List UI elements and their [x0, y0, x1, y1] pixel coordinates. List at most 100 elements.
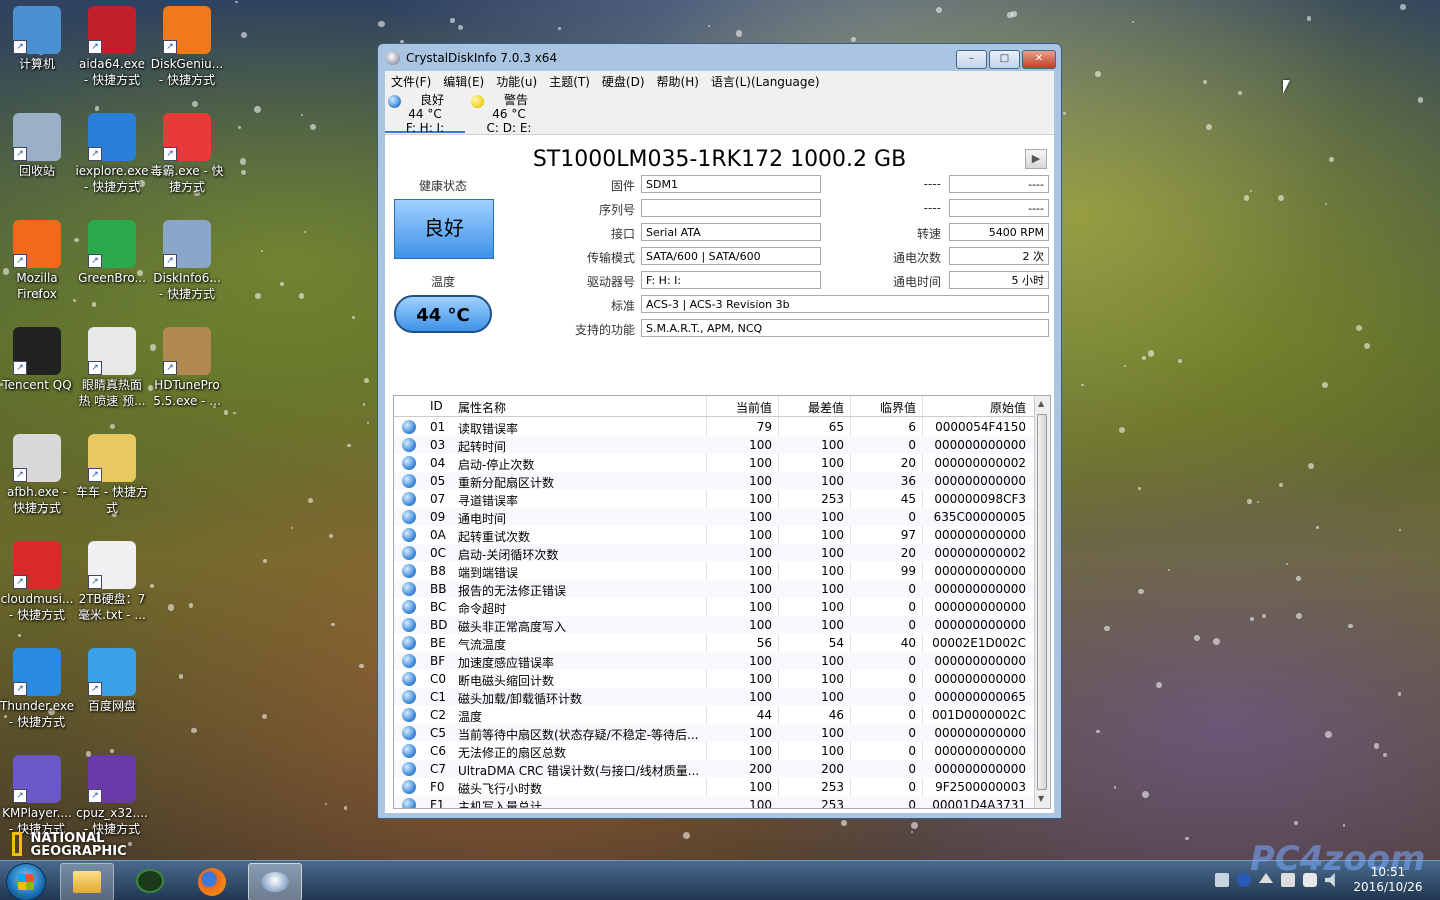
desktop-icon[interactable]: ↗ afbh.exe - 快捷方式	[0, 428, 74, 516]
drive-status-dot-icon	[388, 95, 401, 108]
table-row[interactable]: C1 磁头加载/卸载循环计数 100 100 0 000000000065	[394, 688, 1034, 706]
desktop-icon[interactable]: ↗ HDTunePro 5.5.exe - ...	[150, 321, 224, 409]
menu-theme[interactable]: 主题(T)	[543, 71, 596, 92]
desktop-icon[interactable]: ↗ Tencent QQ	[0, 321, 74, 393]
table-row[interactable]: 0C 启动-关闭循环次数 100 100 20 000000000002	[394, 544, 1034, 562]
water-drop	[1081, 383, 1084, 386]
cell-threshold: 20	[900, 456, 916, 470]
next-disk-arrow-button[interactable]: ▶	[1025, 149, 1047, 169]
shortcut-arrow-icon: ↗	[13, 468, 27, 482]
desktop-icon[interactable]: ↗ 回收站	[0, 107, 74, 179]
table-row[interactable]: BF 加速度感应错误率 100 100 0 000000000000	[394, 652, 1034, 670]
table-row[interactable]: C5 当前等待中扇区数(状态存疑/不稳定-等待后... 100 100 0 0000000…	[394, 724, 1034, 742]
desktop-icon[interactable]: ↗ KMPlayer.... - 快捷方式	[0, 749, 74, 837]
table-row[interactable]: B8 端到端错误 100 100 99 000000000000	[394, 562, 1034, 580]
header-raw-value[interactable]: 原始值	[922, 399, 1026, 416]
table-row[interactable]: 07 寻道错误率 100 253 45 000000098CF3	[394, 490, 1034, 508]
table-row[interactable]: 09 通电时间 100 100 0 635C00000005	[394, 508, 1034, 526]
show-hidden-icons-icon[interactable]	[1259, 873, 1273, 883]
menu-file[interactable]: 文件(F)	[385, 71, 437, 92]
taskbar-app-eye[interactable]	[124, 863, 176, 899]
water-drop	[1342, 824, 1346, 827]
cell-current: 100	[749, 564, 772, 578]
table-row[interactable]: C6 无法修正的扇区总数 100 100 0 000000000000	[394, 742, 1034, 760]
desktop-icon-label: 眼睛真热面 热 喷速 预...	[78, 378, 146, 408]
help-icon[interactable]	[1237, 873, 1251, 887]
power-icon[interactable]	[1303, 873, 1317, 887]
water-drop	[450, 18, 455, 23]
menu-edit[interactable]: 编辑(E)	[437, 71, 490, 92]
header-id[interactable]: ID	[430, 399, 443, 413]
table-row[interactable]: C0 断电磁头缩回计数 100 100 0 000000000000	[394, 670, 1034, 688]
scroll-down-arrow-icon[interactable]: ▼	[1038, 794, 1044, 803]
cell-id: 03	[430, 438, 446, 452]
desktop-icon[interactable]: ↗ 2TB硬盘：7毫米.txt - ...	[75, 535, 149, 623]
taskbar-firefox[interactable]	[186, 863, 238, 899]
desktop-icon[interactable]: ↗ GreenBro...	[75, 214, 149, 286]
table-row[interactable]: 0A 起转重试次数 100 100 97 000000000000	[394, 526, 1034, 544]
desktop-icon[interactable]: ↗ iexplore.exe - 快捷方式	[75, 107, 149, 195]
table-row[interactable]: BD 磁头非正常高度写入 100 100 0 000000000000	[394, 616, 1034, 634]
menu-disk[interactable]: 硬盘(D)	[596, 71, 651, 92]
water-drop	[18, 634, 21, 638]
disk-model-title: ST1000LM035-1RK172 1000.2 GB	[532, 147, 907, 172]
header-threshold[interactable]: 临界值	[850, 399, 916, 416]
drive-tab-1[interactable]: 良好 44 °C F: H: I:	[385, 93, 465, 135]
header-worst[interactable]: 最差值	[778, 399, 844, 416]
menu-function[interactable]: 功能(u)	[490, 71, 543, 92]
health-status-button[interactable]: 良好	[394, 199, 494, 259]
system-clock[interactable]: 10:51 2016/10/26	[1346, 865, 1430, 895]
table-row[interactable]: BC 命令超时 100 100 0 000000000000	[394, 598, 1034, 616]
cell-id: BB	[430, 582, 447, 596]
table-row[interactable]: BB 报告的无法修正错误 100 100 0 000000000000	[394, 580, 1034, 598]
desktop-icon[interactable]: ↗ cpuz_x32.... - 快捷方式	[75, 749, 149, 837]
desktop-icon[interactable]: ↗ 百度网盘	[75, 642, 149, 714]
desktop-icon[interactable]: ↗ aida64.exe - 快捷方式	[75, 0, 149, 88]
desktop-icon[interactable]: ↗ 计算机	[0, 0, 74, 72]
table-row[interactable]: 01 读取错误率 79 65 6 0000054F4150	[394, 418, 1034, 436]
features-label: 支持的功能	[574, 323, 635, 337]
desktop-icon[interactable]: ↗ DiskInfo6... - 快捷方式	[150, 214, 224, 302]
start-button[interactable]	[6, 863, 46, 900]
keyboard-icon[interactable]	[1215, 873, 1229, 887]
table-row[interactable]: F0 磁头飞行小时数 100 253 0 9F2500000003	[394, 778, 1034, 796]
maximize-button[interactable]: □	[989, 50, 1020, 69]
scrollbar-thumb[interactable]	[1037, 414, 1047, 790]
close-button[interactable]: ✕	[1022, 50, 1056, 69]
drive-tab-2[interactable]: 警告 46 °C C: D: E:	[469, 93, 549, 135]
desktop-icon[interactable]: ↗ Thunder.exe - 快捷方式	[0, 642, 74, 730]
network-icon[interactable]	[1281, 873, 1295, 887]
desktop-icon[interactable]: ↗ 眼睛真热面 热 喷速 预...	[75, 321, 149, 409]
taskbar-crystaldiskinfo[interactable]	[248, 863, 302, 900]
scroll-up-arrow-icon[interactable]: ▲	[1038, 399, 1044, 408]
table-row[interactable]: F1 主机写入量总计 100 253 0 00001D4A3731	[394, 796, 1034, 808]
desktop-icon[interactable]: ↗ Mozilla Firefox	[0, 214, 74, 302]
desktop-icon[interactable]: ↗ 毒霸.exe - 快捷方式	[150, 107, 224, 195]
table-row[interactable]: C7 UltraDMA CRC 错误计数(与接口/线材质量... 200 200 0 00…	[394, 760, 1034, 778]
minimize-button[interactable]: –	[956, 50, 987, 69]
table-row[interactable]: BE 气流温度 56 54 40 00002E1D002C	[394, 634, 1034, 652]
cell-attribute-name: 重新分配扇区计数	[458, 476, 555, 490]
table-row[interactable]: 05 重新分配扇区计数 100 100 36 000000000000	[394, 472, 1034, 490]
cell-threshold: 0	[908, 654, 916, 668]
header-attribute-name[interactable]: 属性名称	[458, 399, 506, 416]
standard-field: ACS-3 | ACS-3 Revision 3b	[641, 295, 1049, 313]
table-row[interactable]: 03 起转时间 100 100 0 000000000000	[394, 436, 1034, 454]
title-bar[interactable]: CrystalDiskInfo 7.0.3 x64 – □ ✕	[378, 44, 1061, 72]
water-drop	[254, 105, 261, 113]
desktop-icon[interactable]: ↗ 车车 - 快捷方式	[75, 428, 149, 516]
desktop-icon-label: GreenBro...	[78, 271, 146, 285]
menu-help[interactable]: 帮助(H)	[651, 71, 705, 92]
power-on-hours-field: 5 小时	[949, 271, 1049, 289]
status-dot-icon	[402, 492, 416, 506]
menu-language[interactable]: 语言(L)(Language)	[705, 71, 826, 92]
table-scrollbar[interactable]: ▲ ▼	[1034, 396, 1050, 808]
water-drop	[359, 664, 364, 669]
desktop-icon[interactable]: ↗ cloudmusi... - 快捷方式	[0, 535, 74, 623]
water-drop	[1306, 16, 1312, 22]
table-row[interactable]: 04 启动-停止次数 100 100 20 000000000002	[394, 454, 1034, 472]
desktop-icon[interactable]: ↗ DiskGeniu... - 快捷方式	[150, 0, 224, 88]
taskbar-explorer[interactable]	[60, 863, 114, 900]
table-row[interactable]: C2 温度 44 46 0 001D0000002C	[394, 706, 1034, 724]
header-current[interactable]: 当前值	[706, 399, 772, 416]
